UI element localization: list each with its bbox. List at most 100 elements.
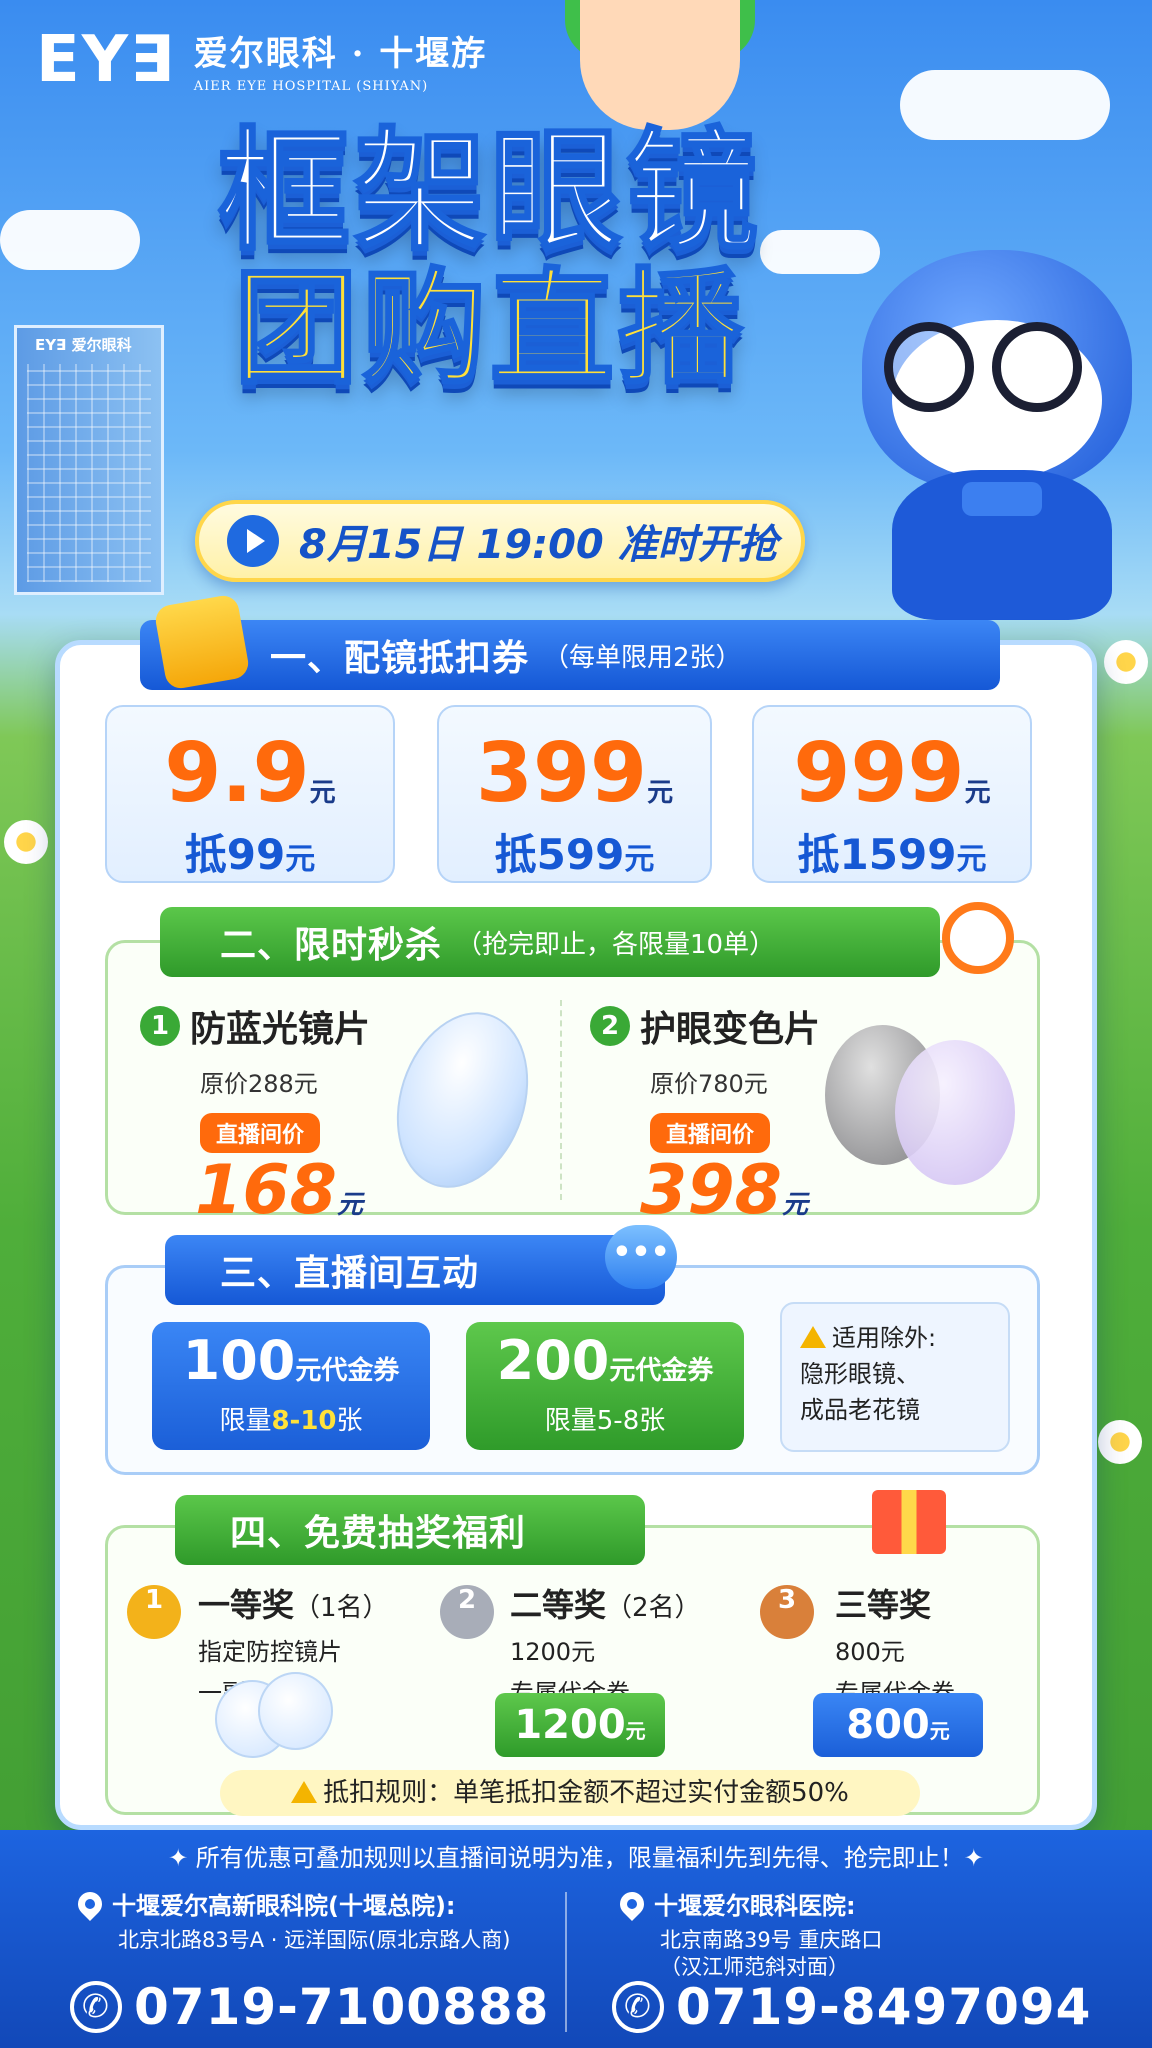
exception-line: 成品老花镜 (800, 1396, 920, 1424)
logo-mark: EY∃ (36, 23, 176, 97)
voucher-unit: 元代金券 (609, 1356, 714, 1386)
location-pin-icon (73, 1886, 107, 1921)
prize-item: 二等奖（2名） 1200元 专属代金券 (510, 1580, 701, 1708)
building-sign: EY∃ 爱尔眼科 (35, 336, 132, 354)
warning-icon (800, 1326, 826, 1348)
location-pin-icon (615, 1886, 649, 1921)
section4-title: 四、免费抽奖福利 (230, 1513, 527, 1554)
deduction-rule: 抵扣规则：单笔抵扣金额不超过实付金额50% (220, 1770, 920, 1816)
section2-note: （抢完即止，各限量10单） (456, 929, 776, 960)
divider (560, 1000, 562, 1200)
clinic-info: 十堰爱尔眼科医院: 北京南路39号 重庆路口 （汉江师范斜对面） (615, 1886, 883, 1982)
prize-name: 二等奖 (510, 1586, 607, 1624)
flower (4, 820, 48, 864)
exception-title: 适用除外: (832, 1324, 937, 1352)
clinic-phone: 0719-7100888 (70, 1978, 549, 2036)
ticket-icon (153, 593, 251, 691)
original-price: 原价780元 (650, 1070, 768, 1098)
coupon-deduct-prefix: 抵 (184, 830, 227, 879)
coupon-deduct-prefix: 抵 (797, 830, 840, 879)
prize-badge-value: 800 (846, 1702, 930, 1748)
cloud (0, 210, 140, 270)
prize-item: 三等奖 800元 专属代金券 (835, 1580, 955, 1708)
warning-icon (291, 1781, 318, 1803)
live-price-tag: 直播间价 (650, 1113, 771, 1153)
prize-detail: 指定防控镜片 (198, 1638, 342, 1666)
hospital-building-image: EY∃ 爱尔眼科 (14, 325, 164, 595)
prize-badge-unit: 元 (625, 1719, 646, 1743)
clinic-info: 十堰爱尔高新眼科院(十堰总院): 北京北路83号A · 远洋国际(原北京路人商) (73, 1886, 511, 1954)
coupon-unit: 元 (647, 778, 674, 808)
chat-bubble-icon: ••• (605, 1225, 677, 1289)
coupon-deduct-value: 599 (536, 830, 625, 879)
clinic-name: 十堰爱尔眼科医院: (654, 1892, 856, 1920)
flash-price-unit: 元 (336, 1190, 363, 1220)
footer-note: ✦ 所有优惠可叠加规则以直播间说明为准，限量福利先到先得、抢完即止！✦ (168, 1844, 984, 1872)
prize-voucher-badge: 800元 (813, 1693, 983, 1757)
prize-name: 三等奖 (835, 1586, 932, 1624)
hospital-name-en: AIER EYE HOSPITAL (SHIYAN) (193, 79, 429, 94)
photochromic-lens-image (895, 1040, 1015, 1185)
clinic-name: 十堰爱尔高新眼科院(十堰总院): (112, 1892, 456, 1920)
prize-voucher-badge: 1200元 (495, 1693, 665, 1757)
voucher-limit-value: 8-10 (271, 1406, 337, 1436)
flash-item: 2 护眼变色片 原价780元 直播间价 398元 (590, 1000, 820, 1225)
voucher-limit-value: 5-8 (596, 1406, 640, 1436)
coupon-deduct-prefix: 抵 (494, 830, 537, 879)
section3-title: 三、直播间互动 (220, 1253, 480, 1294)
cloud (900, 70, 1110, 140)
original-price: 原价288元 (200, 1070, 318, 1098)
footer: ✦ 所有优惠可叠加规则以直播间说明为准，限量福利先到先得、抢完即止！✦ 十堰爱尔… (0, 1830, 1152, 2048)
item-number-badge: 2 (590, 1006, 630, 1046)
coupon-card: 9.9元 抵99元 (105, 705, 395, 883)
coupon-unit: 元 (309, 778, 336, 808)
prize-name: 一等奖 (198, 1586, 295, 1624)
prize-detail: 1200元 (510, 1638, 596, 1666)
voucher-unit: 元代金券 (295, 1356, 400, 1386)
section2-banner: 二、限时秒杀 （抢完即止，各限量10单） (160, 907, 940, 977)
phone-icon (70, 1981, 122, 2033)
live-price-tag: 直播间价 (200, 1113, 321, 1153)
flower (1098, 1420, 1142, 1464)
exception-line: 隐形眼镜、 (800, 1360, 920, 1388)
coupon-unit: 元 (964, 778, 991, 808)
section2-title: 二、限时秒杀 (220, 925, 443, 966)
voucher-amount: 200 (496, 1329, 610, 1392)
voucher-card: 100元代金券 限量8-10张 (152, 1322, 430, 1450)
exception-box: 适用除外: 隐形眼镜、 成品老花镜 (780, 1302, 1010, 1452)
title-line-2: 团购直播 (232, 257, 746, 402)
lens-pair-image (258, 1672, 333, 1750)
footer-divider (565, 1892, 567, 2032)
prize-badge-unit: 元 (929, 1719, 950, 1743)
voucher-limit-prefix: 限量 (219, 1406, 272, 1436)
voucher-limit-suffix: 张 (336, 1406, 363, 1436)
phone-number: 0719-8497094 (676, 1978, 1092, 2036)
coupon-deduct-unit: 元 (956, 842, 987, 877)
clinic-phone: 0719-8497094 (612, 1978, 1091, 2036)
coupon-deduct-value: 1599 (839, 830, 957, 879)
kid-mascot (580, 0, 740, 130)
coupon-price: 999 (793, 726, 965, 821)
flower (1104, 640, 1148, 684)
prize-detail: 800元 (835, 1638, 905, 1666)
coupon-price: 9.9 (164, 726, 310, 821)
main-title: 框架眼镜 团购直播 (150, 115, 830, 402)
logo: EY∃ 爱尔眼科 · 十堰斿 AIER EYE HOSPITAL (SHIYAN… (36, 26, 487, 94)
live-date-text: 8月15日 19:00 准时开抢 (299, 522, 778, 568)
clinic-address: 北京南路39号 重庆路口 (660, 1928, 883, 1952)
phone-number: 0719-7100888 (134, 1978, 550, 2036)
flash-item: 1 防蓝光镜片 原价288元 直播间价 168元 (140, 1000, 370, 1225)
prize-count: （2名） (606, 1593, 701, 1623)
flash-price: 168 (195, 1151, 337, 1230)
prize-badge-value: 1200 (514, 1702, 626, 1748)
item-number-badge: 1 (140, 1006, 180, 1046)
clinic-address: 北京北路83号A · 远洋国际(原北京路人商) (118, 1928, 511, 1952)
flash-item-name: 护眼变色片 (640, 1009, 821, 1050)
coupon-deduct-value: 99 (226, 830, 286, 879)
phone-icon (612, 1981, 664, 2033)
flash-price: 398 (640, 1151, 782, 1230)
title-line-1: 框架眼镜 (217, 115, 762, 269)
section3-banner: 三、直播间互动 (165, 1235, 665, 1305)
gold-medal-icon: 1 (127, 1585, 181, 1639)
section1-note: （每单限用2张） (543, 642, 742, 673)
